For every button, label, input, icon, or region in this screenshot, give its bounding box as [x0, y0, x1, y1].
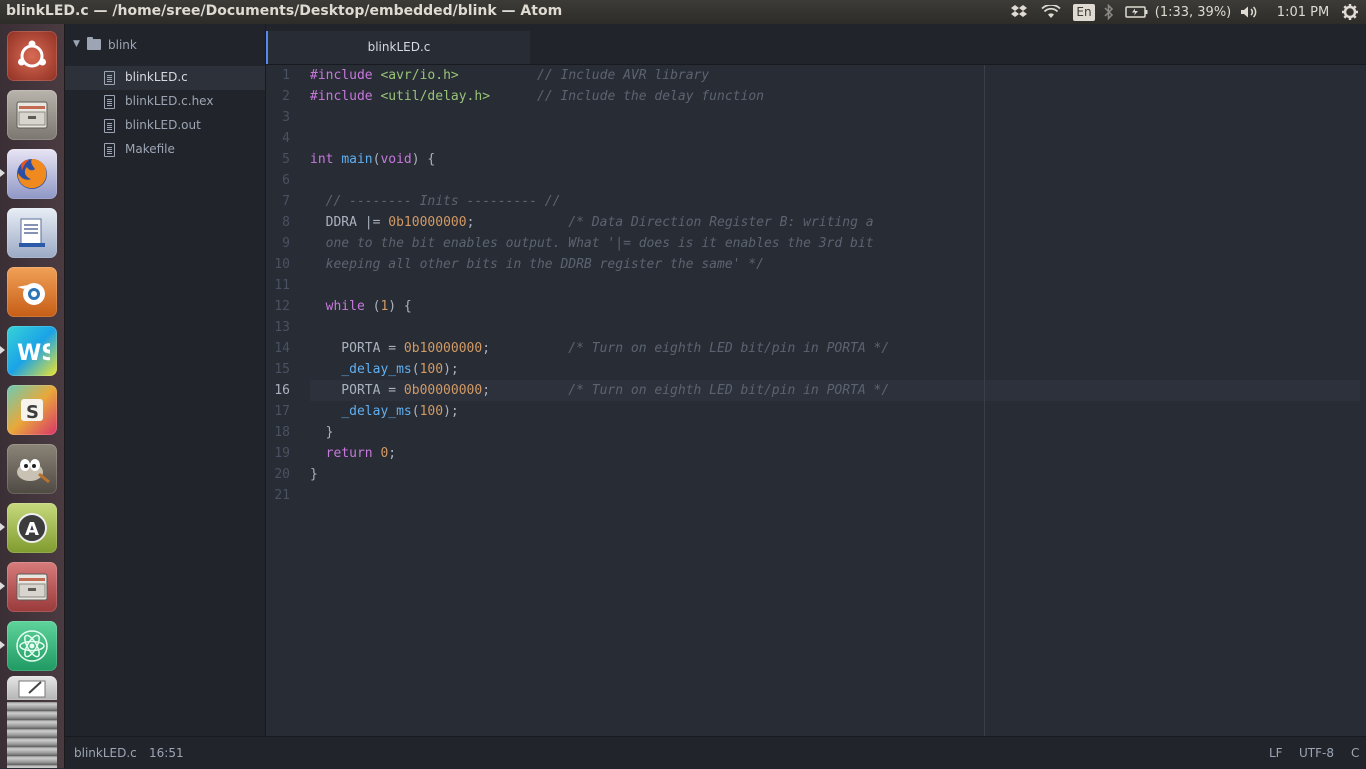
- ubuntu-dash-icon[interactable]: [7, 31, 57, 81]
- svg-text:A: A: [25, 519, 39, 540]
- svg-text:WS: WS: [17, 341, 50, 366]
- code-line[interactable]: DDRA |= 0b10000000; /* Data Direction Re…: [310, 212, 874, 233]
- tree-file-label: Makefile: [125, 142, 175, 156]
- tree-file-blinkled-c-hex[interactable]: blinkLED.c.hex: [65, 90, 265, 114]
- tree-file-label: blinkLED.c: [125, 70, 188, 84]
- code-line[interactable]: while (1) {: [310, 296, 412, 317]
- blender-icon[interactable]: [7, 267, 57, 317]
- line-number[interactable]: 21: [266, 485, 290, 506]
- top-panel: blinkLED.c — /home/sree/Documents/Deskto…: [0, 0, 1366, 24]
- battery-icon[interactable]: [1124, 0, 1150, 24]
- line-number[interactable]: 13: [266, 317, 290, 338]
- file-text-icon: [104, 71, 115, 85]
- launcher: WS S A: [0, 24, 65, 768]
- line-number[interactable]: 2: [266, 86, 290, 107]
- status-file-name[interactable]: blinkLED.c: [74, 746, 137, 760]
- tree-file-label: blinkLED.out: [125, 118, 201, 132]
- line-number[interactable]: 9: [266, 233, 290, 254]
- line-number[interactable]: 12: [266, 296, 290, 317]
- keyboard-icon[interactable]: En: [1072, 0, 1096, 24]
- line-number[interactable]: 3: [266, 107, 290, 128]
- code-line[interactable]: return 0;: [310, 443, 396, 464]
- line-number[interactable]: 11: [266, 275, 290, 296]
- text-editor-icon[interactable]: [7, 676, 57, 700]
- software-updater-icon[interactable]: A: [7, 503, 57, 553]
- workspaces-stack-icon[interactable]: [7, 702, 57, 768]
- line-number[interactable]: 16: [266, 380, 290, 401]
- line-number[interactable]: 7: [266, 191, 290, 212]
- code-editor[interactable]: 1 2 3 4 5 6 7 8 9 10 11 12 13 14 15 16 17 18 19 20 21 #inclu…: [266, 65, 1366, 736]
- code-line[interactable]: }: [310, 464, 318, 485]
- code-line[interactable]: _delay_ms(100);: [310, 401, 458, 422]
- line-number[interactable]: 6: [266, 170, 290, 191]
- wrap-guide: [984, 65, 985, 736]
- launcher-running-indicator: [0, 346, 5, 354]
- line-number[interactable]: 10: [266, 254, 290, 275]
- code-line[interactable]: #include <util/delay.h> // Include the d…: [310, 86, 764, 107]
- tree-root-folder[interactable]: ▼ blink: [65, 36, 265, 58]
- line-number[interactable]: 19: [266, 443, 290, 464]
- line-number[interactable]: 17: [266, 401, 290, 422]
- code-line[interactable]: keeping all other bits in the DDRB regis…: [310, 254, 764, 275]
- status-bar: blinkLED.c 16:51 LF UTF-8 C: [65, 736, 1366, 769]
- line-number-gutter[interactable]: 1 2 3 4 5 6 7 8 9 10 11 12 13 14 15 16 17 18 19 20 21: [266, 65, 298, 736]
- settings-gear-icon[interactable]: [1338, 0, 1362, 24]
- window-title: blinkLED.c — /home/sree/Documents/Deskto…: [6, 3, 563, 19]
- keyboard-layout-label: En: [1073, 3, 1095, 21]
- code-line[interactable]: PORTA = 0b10000000; /* Turn on eighth LE…: [310, 338, 889, 359]
- code-line[interactable]: }: [310, 422, 334, 443]
- tab-bar: blinkLED.c: [266, 24, 1366, 65]
- code-line[interactable]: #include <avr/io.h> // Include AVR libra…: [310, 65, 709, 86]
- line-number[interactable]: 14: [266, 338, 290, 359]
- tree-root-label: blink: [108, 38, 137, 52]
- launcher-running-indicator: [0, 169, 5, 177]
- line-number[interactable]: 8: [266, 212, 290, 233]
- status-grammar[interactable]: C: [1351, 746, 1359, 760]
- status-line-ending[interactable]: LF: [1269, 746, 1283, 760]
- launcher-running-indicator: [0, 523, 5, 531]
- code-line[interactable]: PORTA = 0b00000000; /* Turn on eighth LE…: [310, 380, 889, 401]
- line-number[interactable]: 1: [266, 65, 290, 86]
- gimp-icon[interactable]: [7, 444, 57, 494]
- clock[interactable]: 1:01 PM: [1272, 0, 1334, 24]
- line-number[interactable]: 18: [266, 422, 290, 443]
- line-number[interactable]: 4: [266, 128, 290, 149]
- code-line[interactable]: _delay_ms(100);: [310, 359, 458, 380]
- status-encoding[interactable]: UTF-8: [1299, 746, 1334, 760]
- file-text-icon: [104, 95, 115, 109]
- chevron-down-icon[interactable]: ▼: [73, 39, 80, 49]
- line-number[interactable]: 20: [266, 464, 290, 485]
- launcher-running-indicator: [0, 641, 5, 649]
- tree-file-makefile[interactable]: Makefile: [65, 138, 265, 162]
- line-number[interactable]: 5: [266, 149, 290, 170]
- wifi-icon[interactable]: [1040, 0, 1062, 24]
- tree-file-blinkled-out[interactable]: blinkLED.out: [65, 114, 265, 138]
- tree-file-label: blinkLED.c.hex: [125, 94, 214, 108]
- folder-icon: [87, 37, 101, 50]
- tree-file-blinkled-c[interactable]: blinkLED.c: [65, 66, 265, 90]
- bluetooth-icon[interactable]: [1100, 0, 1118, 24]
- launcher-running-indicator: [0, 582, 5, 590]
- code-line[interactable]: int main(void) {: [310, 149, 435, 170]
- libreoffice-writer-icon[interactable]: [7, 208, 57, 258]
- tree-view: ▼ blink blinkLED.c blinkLED.c.hex blinkL…: [65, 24, 266, 736]
- status-cursor-position[interactable]: 16:51: [149, 746, 184, 760]
- firefox-icon[interactable]: [7, 149, 57, 199]
- files-icon[interactable]: [7, 90, 57, 140]
- line-number[interactable]: 15: [266, 359, 290, 380]
- dropbox-icon[interactable]: [1008, 0, 1030, 24]
- volume-icon[interactable]: [1238, 0, 1262, 24]
- svg-text:S: S: [26, 402, 39, 423]
- battery-status[interactable]: (1:33, 39%): [1152, 0, 1234, 24]
- code-line[interactable]: one to the bit enables output. What '|= …: [310, 233, 874, 254]
- webstorm-icon[interactable]: WS: [7, 326, 57, 376]
- files-2-icon[interactable]: [7, 562, 57, 612]
- atom-icon[interactable]: [7, 621, 57, 671]
- tab-blinkled-c[interactable]: blinkLED.c: [266, 31, 530, 64]
- file-text-icon: [104, 143, 115, 157]
- slack-icon[interactable]: S: [7, 385, 57, 435]
- code-line[interactable]: // -------- Inits --------- //: [310, 191, 561, 212]
- file-text-icon: [104, 119, 115, 133]
